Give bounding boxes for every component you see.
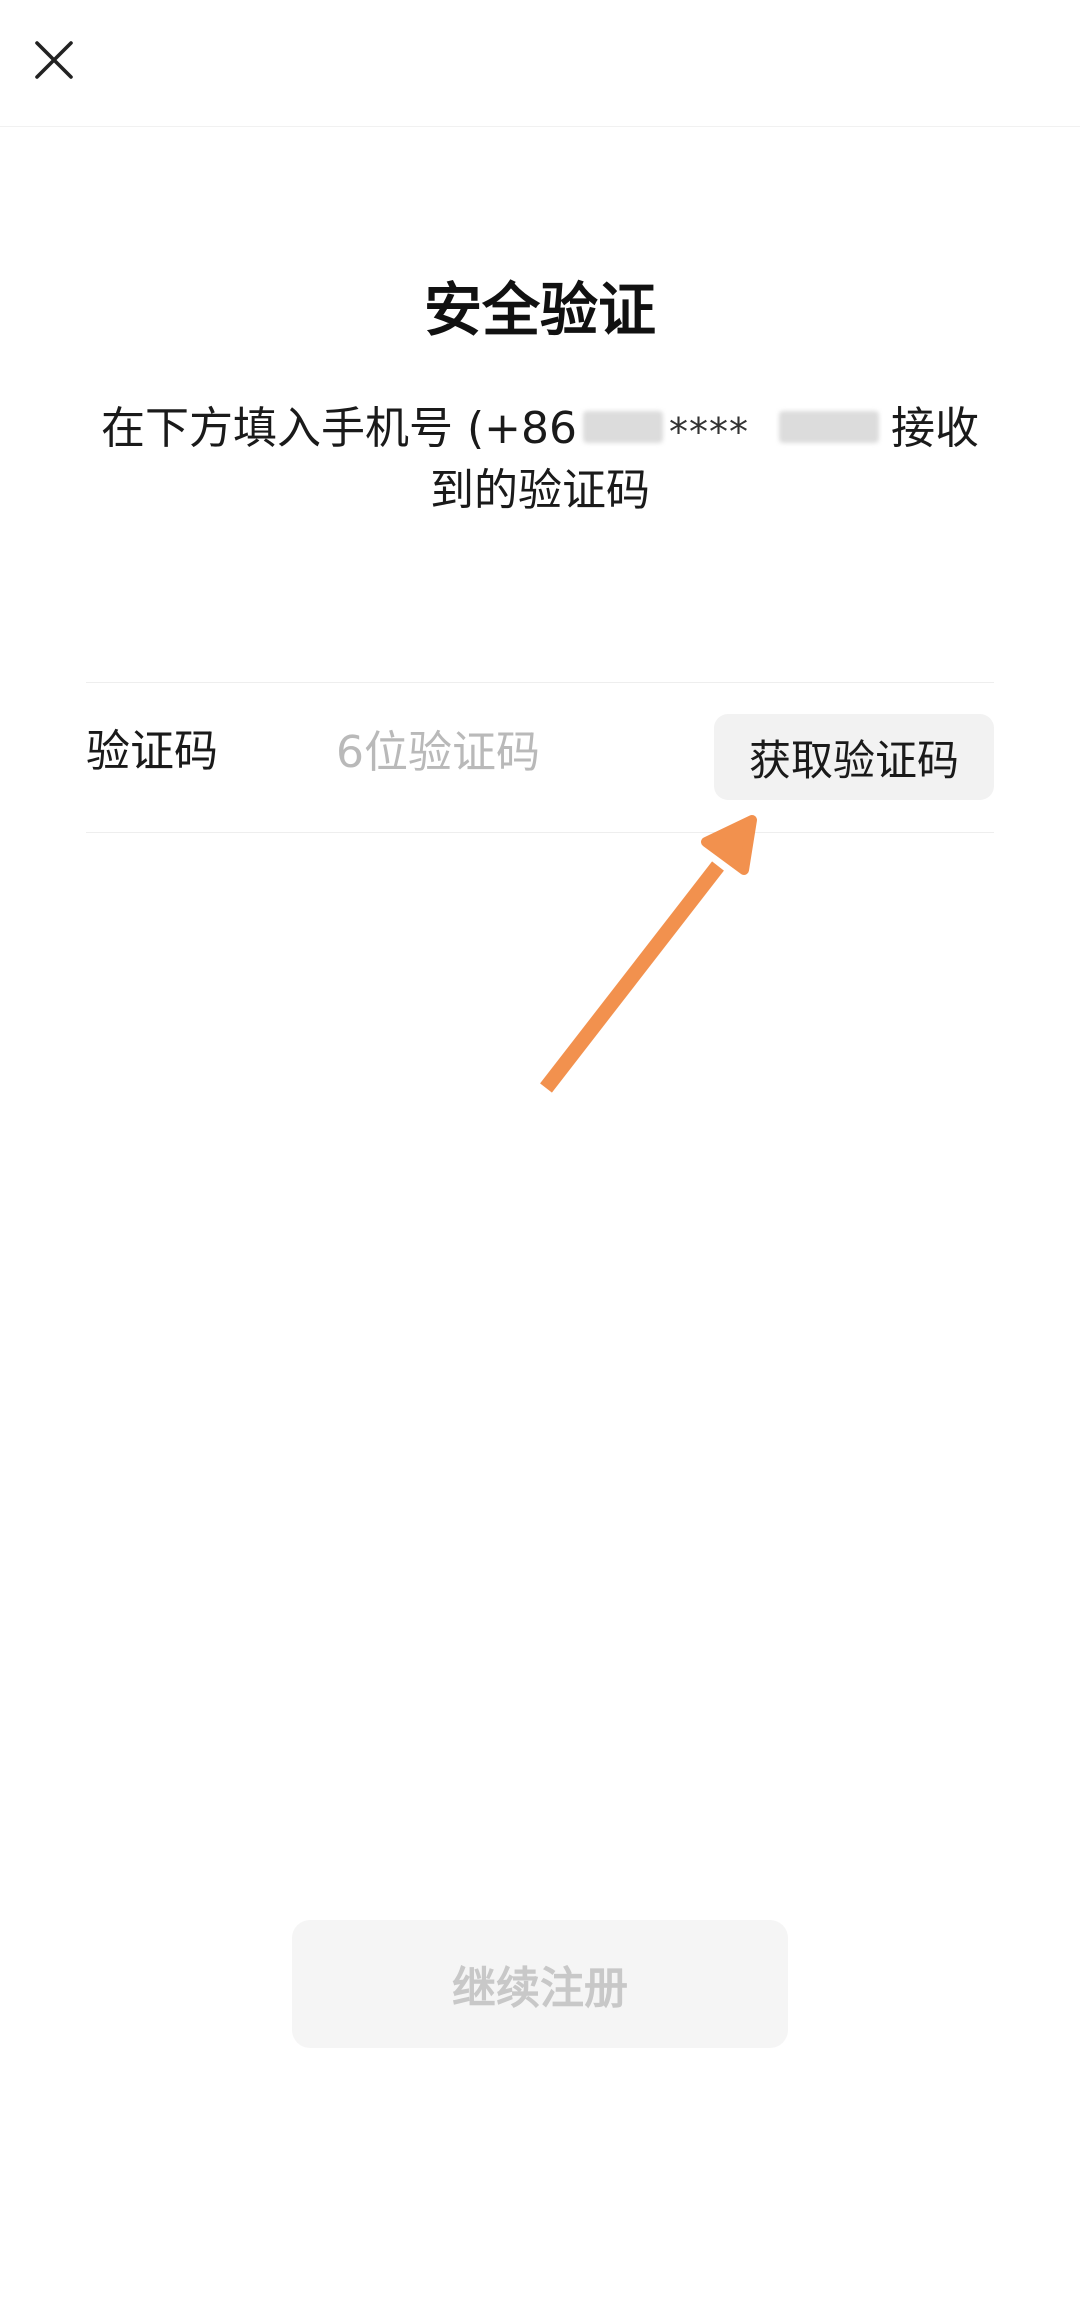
masked-stars: **** — [669, 410, 749, 454]
subtitle-prefix: 在下方填入手机号 (+86 — [100, 403, 577, 454]
top-bar — [0, 0, 1080, 127]
annotation-arrow-shaft — [540, 861, 724, 1093]
verification-code-label: 验证码 — [86, 726, 218, 777]
row-divider-bottom — [86, 832, 994, 833]
get-code-button[interactable]: 获取验证码 — [714, 714, 994, 800]
continue-register-button[interactable]: 继续注册 — [292, 1920, 788, 2048]
row-divider-top — [86, 682, 994, 683]
close-button[interactable] — [24, 30, 84, 90]
verification-code-input[interactable] — [336, 717, 696, 787]
close-icon — [35, 41, 73, 79]
masked-phone-number: **** — [583, 407, 885, 454]
page-subtitle: 在下方填入手机号 (+86 **** 接收到的验证码 — [100, 398, 980, 522]
annotation-arrow-head — [701, 815, 757, 875]
page-title: 安全验证 — [423, 276, 656, 344]
